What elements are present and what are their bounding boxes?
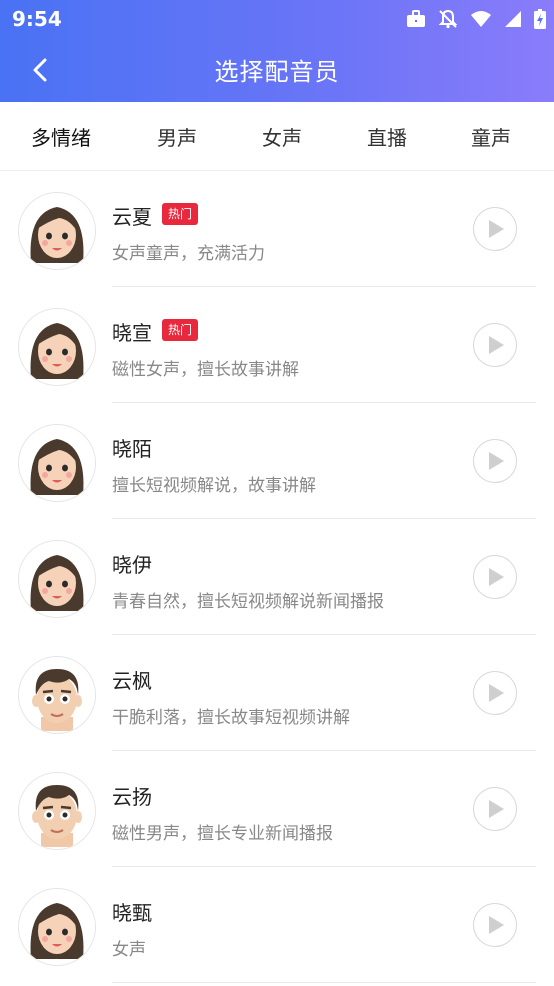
play-icon [489,220,504,238]
briefcase-icon [407,10,425,27]
voice-name: 云夏 [112,205,152,229]
nav-bar: 选择配音员 [0,38,554,102]
category-tabs: 多情绪 男声 女声 直播 童声 [0,102,554,171]
play-icon [489,336,504,354]
hot-badge: 热门 [162,319,199,341]
battery-icon [534,9,546,29]
tab-female[interactable]: 女声 [262,122,302,151]
voice-description: 女声 [112,940,146,960]
wifi-icon [471,11,491,27]
tab-male[interactable]: 男声 [157,122,197,151]
voice-item[interactable]: 晓宣 热门磁性女声，擅长故事讲解 [0,287,554,403]
voice-name: 晓陌 [112,437,152,461]
hot-badge: 热门 [162,203,199,225]
avatar [19,193,95,269]
avatar [19,657,95,733]
voice-name: 云枫 [112,669,152,693]
row-divider [112,982,536,983]
voice-description: 磁性男声，擅长专业新闻播报 [112,824,333,844]
cell-signal-icon [505,11,521,27]
voice-description: 干脆利落，擅长故事短视频讲解 [112,708,350,728]
play-icon [489,800,504,818]
female-avatar-icon [19,193,95,269]
voice-item[interactable]: 晓甄 女声 [0,867,554,983]
avatar [19,425,95,501]
male-avatar-icon [19,657,95,733]
tab-live[interactable]: 直播 [367,122,407,151]
play-button[interactable] [473,903,517,947]
voice-name: 云扬 [112,785,152,809]
avatar [19,309,95,385]
play-icon [489,452,504,470]
play-button[interactable] [473,787,517,831]
tab-child[interactable]: 童声 [471,122,511,151]
app-header: 9:54 选择配音员 [0,0,554,102]
voice-item[interactable]: 晓陌擅长短视频解说，故事讲解 [0,403,554,519]
female-avatar-icon [19,425,95,501]
female-avatar-icon [19,309,95,385]
play-button[interactable] [473,671,517,715]
voice-item[interactable]: 晓伊青春自然，擅长短视频解说新闻播报 [0,519,554,635]
tab-multi-emotion[interactable]: 多情绪 [31,122,91,151]
play-icon [489,568,504,586]
avatar [19,889,95,965]
voice-list: 云夏 热门 女声童声，充满活力 晓宣 热门 磁性女声，擅长故事讲解 晓陌 擅长短视频解说，… [0,171,554,983]
notifications-off-icon [438,9,458,29]
status-icons [406,8,546,30]
play-button[interactable] [473,555,517,599]
female-avatar-icon [19,541,95,617]
voice-item[interactable]: 云枫干脆利落，擅长故事短视频讲解 [0,635,554,751]
male-avatar-icon [19,773,95,849]
play-button[interactable] [473,207,517,251]
play-icon [489,916,504,934]
page-title: 选择配音员 [214,58,340,86]
status-bar: 9:54 [0,0,554,38]
voice-description: 磁性女声，擅长故事讲解 [112,360,299,380]
voice-description: 女声童声，充满活力 [112,244,265,264]
status-time: 9:54 [12,7,62,31]
voice-description: 青春自然，擅长短视频解说新闻播报 [112,592,384,612]
play-button[interactable] [473,439,517,483]
avatar [19,541,95,617]
female-avatar-icon [19,889,95,965]
voice-name: 晓宣 [112,321,152,345]
voice-name: 晓甄 [112,901,152,925]
voice-name: 晓伊 [112,553,152,577]
play-button[interactable] [473,323,517,367]
voice-item[interactable]: 云扬磁性男声，擅长专业新闻播报 [0,751,554,867]
play-icon [489,684,504,702]
avatar [19,773,95,849]
voice-item[interactable]: 云夏 热门女声童声，充满活力 [0,171,554,287]
voice-description: 擅长短视频解说，故事讲解 [112,476,316,496]
